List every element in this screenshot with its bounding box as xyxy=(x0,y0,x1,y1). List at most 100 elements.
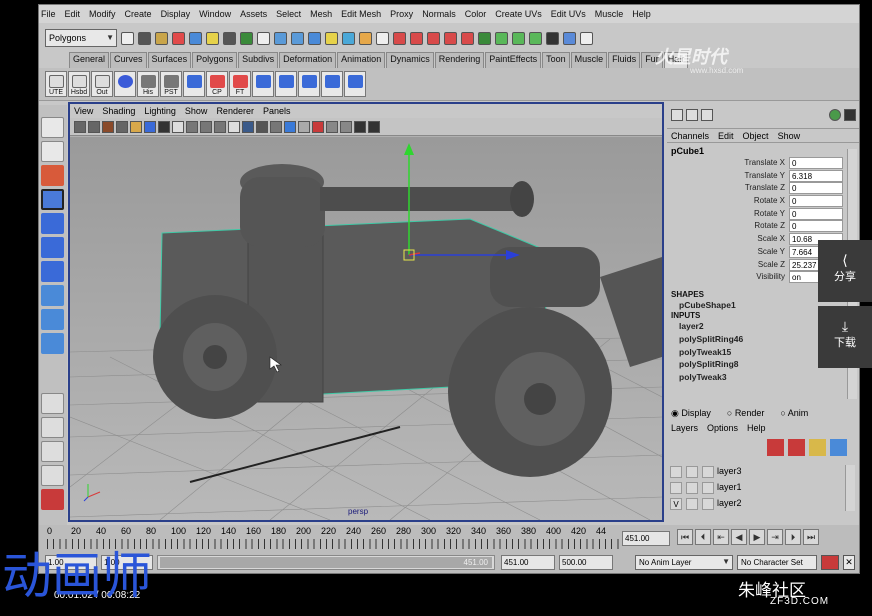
channel-menu-edit[interactable]: Edit xyxy=(718,131,734,141)
attr-rotate-x[interactable]: Rotate X 0 xyxy=(667,195,859,208)
lock-selection-icon[interactable] xyxy=(376,31,389,45)
layer-color-swatch[interactable] xyxy=(702,498,714,510)
menu-color[interactable]: Color xyxy=(465,9,487,19)
persp-outliner-layout-icon[interactable] xyxy=(41,441,64,462)
channel-menu-object[interactable]: Object xyxy=(743,131,769,141)
new-scene-icon[interactable] xyxy=(121,31,134,45)
shelf-button-his[interactable]: His xyxy=(137,71,159,97)
single-view-layout-icon[interactable] xyxy=(41,393,64,414)
ipr-render-icon[interactable] xyxy=(512,31,525,45)
menuset-dropdown[interactable]: Polygons ▼ xyxy=(45,29,117,47)
anim-layer-dropdown[interactable]: No Anim Layer ▼ xyxy=(635,555,733,570)
grid-icon[interactable] xyxy=(130,120,142,133)
menu-create-uvs[interactable]: Create UVs xyxy=(495,9,542,19)
shelf-button-pst[interactable]: PST xyxy=(160,71,182,97)
history-icon[interactable] xyxy=(478,31,491,45)
step-forward-icon[interactable]: ⏵ xyxy=(785,529,801,545)
select-joint-icon[interactable] xyxy=(257,31,270,45)
menu-file[interactable]: File xyxy=(41,9,56,19)
select-deform-icon[interactable] xyxy=(308,31,321,45)
snap-view-plane-icon[interactable] xyxy=(444,31,457,45)
layer-type-toggle[interactable] xyxy=(686,466,698,478)
step-back-icon[interactable]: ⏴ xyxy=(695,529,711,545)
layer-editor-toggle-icon[interactable] xyxy=(686,109,698,121)
object-name[interactable]: pCube1 xyxy=(667,143,859,157)
layer-row-layer1[interactable]: layer1 xyxy=(670,481,843,495)
soft-mod-tool-icon[interactable] xyxy=(41,285,64,306)
channel-menu-channels[interactable]: Channels xyxy=(671,131,709,141)
attr-value[interactable]: 0 xyxy=(789,220,843,233)
hypershade-layout-icon[interactable] xyxy=(41,489,64,510)
safe-action-icon[interactable] xyxy=(200,120,212,133)
persp-graph-layout-icon[interactable] xyxy=(41,465,64,486)
menu-edit-uvs[interactable]: Edit UVs xyxy=(551,9,586,19)
shelf-tab-polygons[interactable]: Polygons xyxy=(192,52,238,68)
shelf-button-uv[interactable] xyxy=(183,71,205,97)
snap-grid-icon[interactable] xyxy=(393,31,406,45)
select-handle-icon[interactable] xyxy=(240,31,253,45)
layer-row-layer3[interactable]: layer3 xyxy=(670,465,843,479)
attr-value[interactable]: 6.318 xyxy=(789,169,843,182)
shelf-button-poly-4[interactable] xyxy=(321,71,343,97)
select-surface-icon[interactable] xyxy=(291,31,304,45)
close-icon[interactable]: ✕ xyxy=(843,555,855,570)
viewport-menu-panels[interactable]: Panels xyxy=(263,106,291,116)
menu-window[interactable]: Window xyxy=(199,9,231,19)
channel-box-toggle-icon[interactable] xyxy=(671,109,683,121)
show-channel-box-icon[interactable] xyxy=(580,31,593,45)
scale-tool-icon[interactable] xyxy=(41,237,64,258)
save-scene-icon[interactable] xyxy=(155,31,168,45)
attr-translate-z[interactable]: Translate Z 0 xyxy=(667,182,859,195)
film-gate-icon[interactable] xyxy=(144,120,156,133)
safe-title-icon[interactable] xyxy=(214,120,226,133)
select-hierarchy-icon[interactable] xyxy=(172,31,185,45)
render-frame-icon[interactable] xyxy=(495,31,508,45)
snap-curve-icon[interactable] xyxy=(410,31,423,45)
isolate-select-icon[interactable] xyxy=(326,120,338,133)
step-forward-key-icon[interactable]: ⇥ xyxy=(767,529,783,545)
gate-mask-icon[interactable] xyxy=(172,120,184,133)
show-attribute-editor-icon[interactable] xyxy=(546,31,559,45)
character-set-dropdown[interactable]: No Character Set xyxy=(737,555,817,570)
layer-color-swatch[interactable] xyxy=(702,482,714,494)
layer-menu-layers[interactable]: Layers xyxy=(671,423,698,433)
layer-color-swatch[interactable] xyxy=(702,466,714,478)
tool-icon[interactable] xyxy=(829,109,841,121)
mask-icon[interactable] xyxy=(223,31,236,45)
new-layer-selected-icon[interactable] xyxy=(830,439,847,456)
range-slider-bar[interactable]: 451.00 xyxy=(160,557,492,568)
viewport-menu-show[interactable]: Show xyxy=(185,106,208,116)
shelf-button-poly-5[interactable] xyxy=(344,71,366,97)
shelf-button-ute[interactable]: UTE xyxy=(45,71,67,97)
layer-row-layer2[interactable]: V layer2 xyxy=(670,497,843,511)
attr-rotate-y[interactable]: Rotate Y 0 xyxy=(667,207,859,221)
layer-menu-options[interactable]: Options xyxy=(707,423,738,433)
select-dynamic-icon[interactable] xyxy=(325,31,338,45)
range-end-field[interactable]: 451.00 xyxy=(501,555,555,570)
menu-edit-mesh[interactable]: Edit Mesh xyxy=(341,9,381,19)
layer-menu-help[interactable]: Help xyxy=(747,423,766,433)
auto-key-icon[interactable] xyxy=(821,555,839,570)
shelf-tab-fluids[interactable]: Fluids xyxy=(608,52,641,68)
attr-rotate-z[interactable]: Rotate Z 0 xyxy=(667,220,859,233)
shelf-tab-deformation[interactable]: Deformation xyxy=(279,52,337,68)
hud-icon[interactable] xyxy=(368,120,380,133)
select-curve-icon[interactable] xyxy=(274,31,287,45)
menu-normals[interactable]: Normals xyxy=(422,9,456,19)
lasso-tool-icon[interactable] xyxy=(41,141,64,162)
resolution-gate-icon[interactable] xyxy=(158,120,170,133)
wireframe-on-shaded-icon[interactable] xyxy=(256,120,268,133)
high-quality-icon[interactable] xyxy=(354,120,366,133)
shelf-tab-painteffects[interactable]: PaintEffects xyxy=(485,52,542,68)
end-time-field[interactable]: 500.00 xyxy=(559,555,613,570)
menu-proxy[interactable]: Proxy xyxy=(390,9,413,19)
last-tool-icon[interactable] xyxy=(41,333,64,354)
paint-select-tool-icon[interactable] xyxy=(41,165,64,186)
manipulator-tool-icon[interactable] xyxy=(41,261,64,282)
layer-scrollbar[interactable] xyxy=(845,465,855,511)
viewport-menu-lighting[interactable]: Lighting xyxy=(144,106,176,116)
share-button[interactable]: ⟨ 分享 xyxy=(818,240,872,302)
shelf-button-ft[interactable]: FT xyxy=(229,71,251,97)
input-node[interactable]: polyTweak3 xyxy=(667,371,859,384)
play-backwards-icon[interactable]: ◀ xyxy=(731,529,747,545)
